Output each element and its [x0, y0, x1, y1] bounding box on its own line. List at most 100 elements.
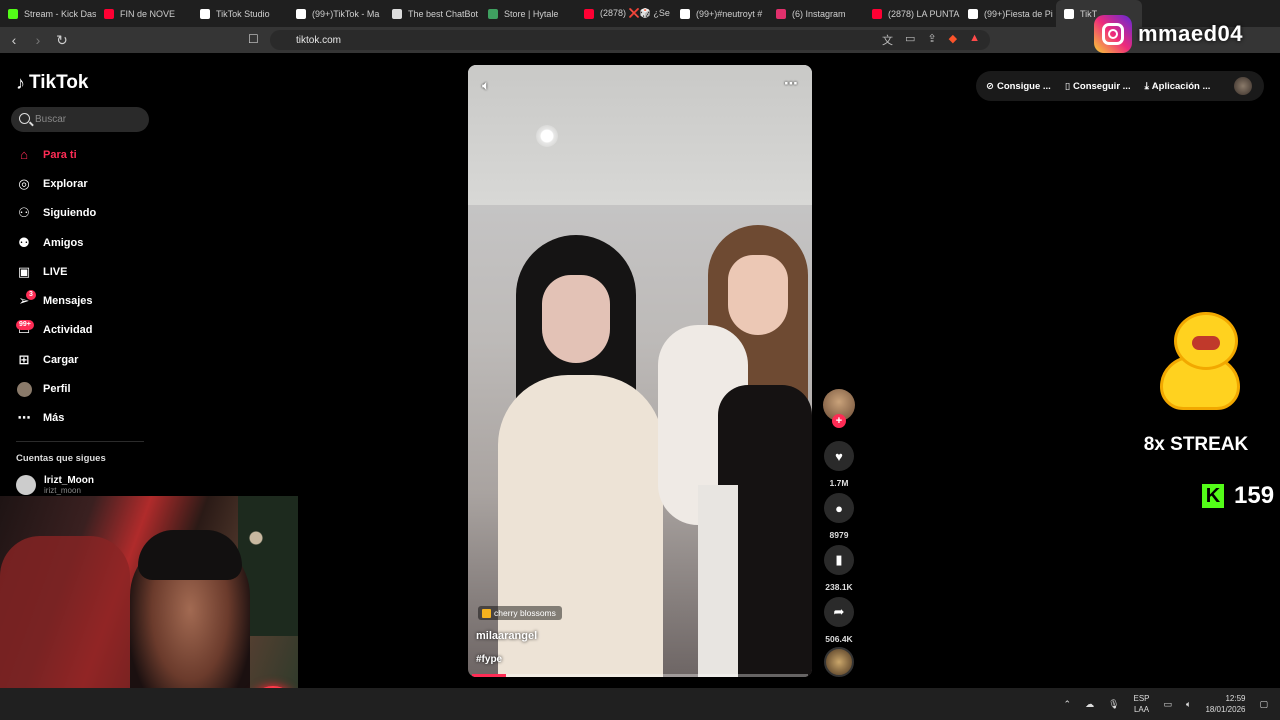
- comment-action: ● 8979: [821, 493, 857, 541]
- bookmark-icon[interactable]: ☐: [248, 32, 259, 46]
- microphone-icon[interactable]: 🎙︎: [1108, 699, 1119, 710]
- volume-icon[interactable]: 🔈︎: [1186, 699, 1191, 710]
- author-avatar[interactable]: +: [823, 389, 855, 428]
- video-player[interactable]: 🔈︎ ⋯ cherry blossoms milaarangel #fype: [468, 65, 812, 677]
- tiktok-icon: [968, 8, 978, 19]
- browser-tab[interactable]: (99+)TikTok - Ma: [288, 0, 384, 27]
- compass-icon: ◎: [18, 175, 30, 191]
- more-options-icon[interactable]: ⋯: [784, 75, 798, 92]
- brave-shield-icon[interactable]: ◆: [949, 32, 957, 48]
- sidebar-item-siguiendo[interactable]: ⚇ Siguiendo: [16, 199, 156, 228]
- translate-icon[interactable]: 文: [882, 32, 893, 48]
- notifications-icon[interactable]: ▢: [1259, 699, 1268, 710]
- music-label[interactable]: cherry blossoms: [478, 606, 562, 620]
- video-author[interactable]: milaarangel: [476, 630, 537, 642]
- messages-badge: 3: [26, 290, 36, 301]
- bookmark-icon[interactable]: ▮: [824, 545, 854, 575]
- rewards-icon[interactable]: ▲: [969, 32, 980, 48]
- follow-plus-icon[interactable]: +: [832, 414, 846, 428]
- back-icon[interactable]: ‹: [4, 30, 24, 50]
- volume-icon[interactable]: 🔈︎: [482, 77, 490, 94]
- browser-tab[interactable]: Stream - Kick Das: [0, 0, 96, 27]
- streak-text: 8x STREAK: [1143, 434, 1249, 455]
- home-icon: ⌂: [20, 147, 28, 163]
- clock[interactable]: 12:59 18/01/2026: [1205, 693, 1245, 715]
- following-section-title: Cuentas que sigues: [16, 453, 106, 464]
- share-icon[interactable]: ⇪: [927, 32, 936, 48]
- sidebar-item-cargar[interactable]: ⊞ Cargar: [16, 345, 156, 374]
- like-action: ♥ 1.7M: [821, 441, 857, 489]
- streamer-hair: [138, 530, 242, 580]
- laughing-duck-icon: [1152, 312, 1240, 412]
- forward-icon[interactable]: ›: [28, 30, 48, 50]
- browser-tab[interactable]: (99+)#neutroyt #: [672, 0, 768, 27]
- video-lamp: [536, 125, 558, 147]
- video-person-right: [658, 225, 812, 677]
- video-progress-bar[interactable]: [472, 674, 808, 677]
- browser-tab[interactable]: Store | Hytale: [480, 0, 576, 27]
- tiktok-icon: [680, 8, 690, 19]
- kick-count: 159: [1234, 482, 1275, 509]
- kick-icon: [8, 8, 18, 19]
- coin-icon: ⊘: [986, 80, 994, 92]
- browser-tab[interactable]: TikTok Studio: [192, 0, 288, 27]
- download-app-button[interactable]: ⤓ Aplicación ...: [1145, 81, 1211, 92]
- comment-icon[interactable]: ●: [824, 493, 854, 523]
- video-caption[interactable]: #fype: [476, 654, 502, 665]
- user-avatar[interactable]: [1234, 77, 1252, 95]
- share-arrow-icon[interactable]: ➦: [824, 597, 854, 627]
- browser-tab[interactable]: (2878) LA PUNTA: [864, 0, 960, 27]
- instagram-overlay: mmaed04: [1094, 14, 1270, 54]
- webcam-overlay: [0, 496, 298, 720]
- tiktok-icon: [200, 8, 210, 19]
- url-actions: 文 ▭ ⇪ ◆ ▲: [882, 32, 980, 48]
- sidebar-item-actividad[interactable]: ▭ 99+ Actividad: [16, 316, 156, 345]
- address-bar: ‹ › ↻ ☐ tiktok.com 文 ▭ ⇪ ◆ ▲: [0, 27, 1280, 53]
- get-app-button[interactable]: ▯ Conseguir ...: [1065, 81, 1131, 92]
- kick-icon: K: [1202, 484, 1224, 508]
- cast-icon[interactable]: ▭: [905, 32, 915, 48]
- music-note-icon: [482, 608, 491, 618]
- streak-overlay: 8x STREAK: [1134, 312, 1258, 462]
- video-actions: + ♥ 1.7M ● 8979 ▮ 238.1K ➦ 506.4K: [821, 389, 857, 677]
- browser-tab[interactable]: (2878) ❌🎲 ¿Se: [576, 0, 672, 27]
- browser-tab-bar: Stream - Kick Das FIN de NOVE TikTok Stu…: [0, 0, 1280, 27]
- browser-tab[interactable]: FIN de NOVE: [96, 0, 192, 27]
- sidebar-item-explorar[interactable]: ◎ Explorar: [16, 169, 156, 198]
- reload-icon[interactable]: ↻: [52, 30, 72, 50]
- chatbot-icon: [392, 8, 402, 19]
- friends-icon: ⚉: [18, 234, 30, 250]
- browser-tab[interactable]: (99+)Fiesta de Pi: [960, 0, 1056, 27]
- browser-tab[interactable]: The best ChatBot: [384, 0, 480, 27]
- tiktok-logo[interactable]: ♪ TikTok: [16, 72, 88, 94]
- browser-tab[interactable]: (6) Instagram: [768, 0, 864, 27]
- search-icon: [19, 113, 30, 124]
- sidebar-item-live[interactable]: ▣ LIVE: [16, 257, 156, 286]
- sidebar-item-perfil[interactable]: Perfil: [16, 374, 156, 403]
- instagram-handle: mmaed04: [1138, 21, 1244, 46]
- sidebar-item-mas[interactable]: ⋯ Más: [16, 404, 156, 433]
- windows-taskbar: ⌃ ☁ 🎙︎ ESP LAA ▭ 🔈︎ 12:59 18/01/2026 ▢: [0, 688, 1280, 720]
- language-indicator[interactable]: ESP LAA: [1134, 693, 1150, 715]
- system-tray: ⌃ ☁ 🎙︎ ESP LAA ▭ 🔈︎ 12:59 18/01/2026 ▢: [1064, 688, 1268, 720]
- network-icon[interactable]: ▭: [1164, 699, 1173, 710]
- sidebar-item-mensajes[interactable]: ➢ 3 Mensajes: [16, 286, 156, 315]
- share-action: ➦ 506.4K: [821, 597, 857, 645]
- following-account[interactable]: lrizt_Moon irizt_moon: [16, 475, 94, 495]
- url-field[interactable]: tiktok.com 文 ▭ ⇪ ◆ ▲: [270, 30, 990, 50]
- chevron-up-icon[interactable]: ⌃: [1064, 699, 1072, 710]
- cloud-icon[interactable]: ☁: [1085, 699, 1094, 710]
- more-icon: ⋯: [17, 410, 31, 426]
- heart-icon[interactable]: ♥: [824, 441, 854, 471]
- live-icon: ▣: [17, 263, 31, 279]
- search-input[interactable]: Buscar: [11, 107, 149, 132]
- hytale-icon: [488, 8, 498, 19]
- activity-badge: 99+: [16, 319, 34, 330]
- get-coins-button[interactable]: ⊘ Consigue ...: [986, 81, 1051, 92]
- save-action: ▮ 238.1K: [821, 545, 857, 593]
- sidebar-item-para-ti[interactable]: ⌂ Para ti: [16, 140, 156, 169]
- kick-counter: K 159: [1202, 482, 1274, 510]
- youtube-icon: [584, 8, 594, 19]
- sidebar-item-amigos[interactable]: ⚉ Amigos: [16, 228, 156, 257]
- music-disc-icon[interactable]: [824, 647, 854, 677]
